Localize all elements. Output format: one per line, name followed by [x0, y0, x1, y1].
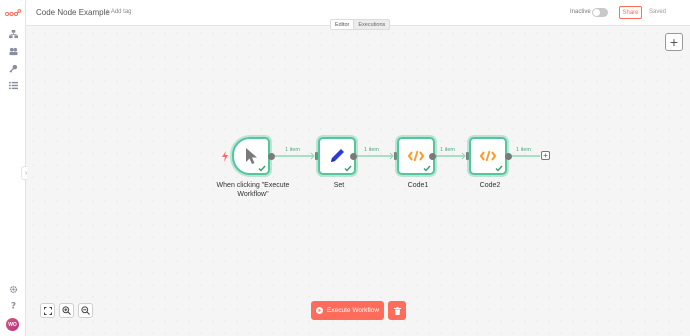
- execute-workflow-button[interactable]: Execute Workflow: [311, 301, 384, 320]
- output-handle[interactable]: [505, 153, 512, 160]
- code-icon: [480, 150, 496, 162]
- node-code2[interactable]: [469, 137, 507, 175]
- output-handle[interactable]: [429, 153, 436, 160]
- node-manual-trigger[interactable]: [232, 137, 270, 175]
- success-check-icon: [258, 165, 266, 172]
- output-handle[interactable]: [350, 153, 357, 160]
- zoom-to-fit-button[interactable]: [40, 303, 55, 318]
- node-label: When clicking "Execute Workflow": [208, 181, 298, 199]
- add-next-node-button[interactable]: +: [541, 151, 550, 160]
- edge-label: 1 item: [440, 147, 455, 153]
- node-label-line: Workflow": [237, 191, 269, 198]
- zoom-in-icon: [62, 306, 71, 315]
- success-check-icon: [423, 165, 431, 172]
- zoom-in-button[interactable]: [59, 303, 74, 318]
- edge-label: 1 item: [516, 147, 531, 153]
- cursor-icon: [246, 148, 257, 164]
- code-icon: [408, 150, 424, 162]
- fit-view-icon: [43, 306, 52, 315]
- trash-icon: [393, 306, 401, 315]
- zoom-out-button[interactable]: [78, 303, 93, 318]
- node-label: Set: [333, 182, 345, 189]
- edge-label: 1 item: [364, 147, 379, 153]
- pen-icon: [331, 149, 344, 162]
- play-icon: [316, 307, 324, 314]
- output-handle[interactable]: [268, 153, 275, 160]
- node-label: Code1: [407, 182, 429, 189]
- node-label: Code2: [479, 182, 501, 189]
- trigger-bolt-icon: [221, 149, 229, 167]
- zoom-out-icon: [81, 306, 90, 315]
- success-check-icon: [495, 165, 503, 172]
- edge-label: 1 item: [285, 147, 300, 153]
- success-check-icon: [344, 165, 352, 172]
- execute-workflow-label: Execute Workflow: [327, 307, 379, 314]
- node-label-line: When clicking "Execute: [216, 182, 290, 189]
- delete-execution-button[interactable]: [388, 301, 406, 320]
